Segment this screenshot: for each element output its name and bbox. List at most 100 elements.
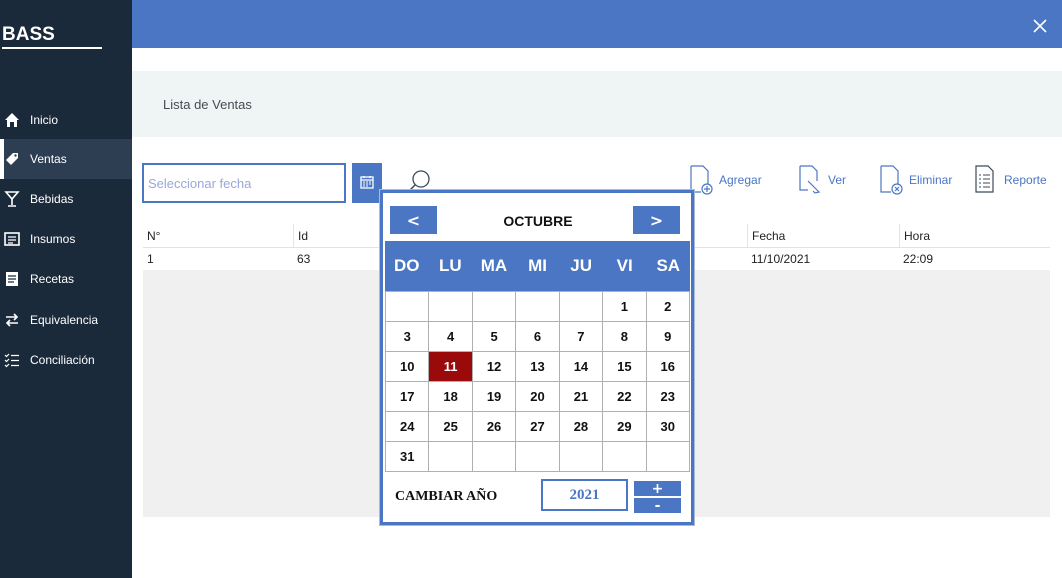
- sidebar-item-equivalencia[interactable]: Equivalencia: [0, 300, 132, 340]
- calendar-day[interactable]: 3: [386, 322, 430, 352]
- sidebar: BASS Inicio Ventas Bebidas Insumos Recet…: [0, 0, 132, 578]
- sidebar-item-ventas[interactable]: Ventas: [0, 139, 132, 179]
- calendar-day[interactable]: 31: [386, 442, 430, 472]
- calendar-day[interactable]: 2: [646, 292, 690, 322]
- add-button-label: Agregar: [719, 173, 762, 187]
- year-increment-button[interactable]: +: [634, 481, 681, 496]
- delete-button[interactable]: Eliminar: [878, 164, 952, 196]
- day-name: DO: [394, 256, 420, 275]
- calendar-day[interactable]: 29: [603, 412, 647, 442]
- report-icon: [973, 164, 1001, 196]
- report-button-label: Reporte: [1004, 173, 1047, 187]
- sidebar-item-label: Conciliación: [30, 353, 95, 367]
- view-button[interactable]: Ver: [797, 164, 846, 196]
- calendar-day[interactable]: 16: [646, 352, 690, 382]
- cell-fecha: 11/10/2021: [751, 252, 811, 266]
- calendar-day[interactable]: 15: [603, 352, 647, 382]
- column-header-n[interactable]: N°: [143, 224, 293, 247]
- top-bar: [132, 0, 1062, 48]
- calendar-day[interactable]: 24: [386, 412, 430, 442]
- delete-document-icon: [878, 164, 906, 196]
- view-button-label: Ver: [828, 173, 847, 187]
- report-button[interactable]: Reporte: [973, 164, 1047, 196]
- calendar-day[interactable]: 26: [472, 412, 517, 442]
- calendar-day[interactable]: 8: [603, 322, 647, 352]
- sidebar-item-insumos[interactable]: Insumos: [0, 219, 132, 259]
- sidebar-item-label: Recetas: [30, 272, 75, 286]
- calendar-day[interactable]: 22: [603, 382, 647, 412]
- calendar-icon: [360, 174, 374, 193]
- calendar-empty-cell: [516, 292, 560, 322]
- calendar-day[interactable]: 5: [472, 322, 517, 352]
- year-decrement-button[interactable]: -: [634, 498, 681, 513]
- date-filter-input[interactable]: [142, 163, 346, 203]
- calendar-day[interactable]: 21: [559, 382, 604, 412]
- calendar-day[interactable]: 19: [472, 382, 517, 412]
- calendar-day[interactable]: 20: [516, 382, 560, 412]
- calendar-empty-cell: [472, 442, 517, 472]
- calendar-empty-cell: [386, 292, 430, 322]
- list-box-icon: [4, 231, 20, 247]
- year-field[interactable]: 2021: [541, 479, 628, 511]
- calendar-empty-cell: [429, 442, 473, 472]
- sidebar-item-bebidas[interactable]: Bebidas: [0, 179, 132, 219]
- sidebar-item-inicio[interactable]: Inicio: [0, 100, 132, 140]
- view-document-icon: [797, 164, 825, 196]
- calendar-day[interactable]: 7: [559, 322, 604, 352]
- next-month-button[interactable]: >: [633, 206, 680, 234]
- close-icon[interactable]: [1032, 18, 1048, 34]
- calendar-day[interactable]: 1: [603, 292, 647, 322]
- calendar-day[interactable]: 10: [386, 352, 430, 382]
- swap-icon: [4, 312, 20, 328]
- cell-n: 1: [147, 252, 154, 266]
- day-name: MA: [480, 256, 508, 275]
- calendar-day[interactable]: 25: [429, 412, 473, 442]
- brand-divider: [2, 47, 102, 49]
- calendar-day[interactable]: 23: [646, 382, 690, 412]
- day-name: VI: [616, 256, 633, 275]
- calendar-day[interactable]: 27: [516, 412, 560, 442]
- calendar-day[interactable]: 9: [646, 322, 690, 352]
- sidebar-item-label: Equivalencia: [30, 313, 99, 327]
- calendar-button[interactable]: [352, 163, 382, 203]
- brand-logo: BASS: [2, 24, 55, 45]
- day-name: LU: [439, 256, 462, 275]
- calendar-day[interactable]: 14: [559, 352, 604, 382]
- calendar-day[interactable]: 18: [429, 382, 473, 412]
- calendar-day[interactable]: 30: [646, 412, 690, 442]
- sidebar-item-recetas[interactable]: Recetas: [0, 259, 132, 299]
- sidebar-item-label: Bebidas: [30, 192, 74, 206]
- calendar-empty-cell: [603, 442, 647, 472]
- calendar-grid: 1 2 3 4 5 6 7 8 9 10 11 12 13 14 15 16 17 18 19 20 21 22 23 24 2…: [385, 291, 690, 472]
- cell-hora: 22:09: [903, 252, 934, 266]
- recipe-icon: [4, 271, 20, 287]
- sidebar-item-conciliacion[interactable]: Conciliación: [0, 340, 132, 380]
- calendar-empty-cell: [559, 292, 604, 322]
- sidebar-item-label: Ventas: [30, 152, 67, 166]
- prev-month-button[interactable]: <: [390, 206, 437, 234]
- day-name: JU: [570, 256, 592, 275]
- calendar-day[interactable]: 13: [516, 352, 560, 382]
- home-icon: [4, 112, 20, 128]
- calendar-day[interactable]: 4: [429, 322, 473, 352]
- sidebar-item-label: Insumos: [30, 232, 76, 246]
- calendar-day[interactable]: 17: [386, 382, 430, 412]
- calendar-day[interactable]: 28: [559, 412, 604, 442]
- sidebar-item-label: Inicio: [30, 113, 59, 127]
- column-header-hora[interactable]: Hora: [899, 224, 1050, 247]
- calendar-day-selected[interactable]: 11: [429, 352, 473, 382]
- calendar-day[interactable]: 6: [516, 322, 560, 352]
- add-button[interactable]: Agregar: [688, 164, 762, 196]
- change-year-label: CAMBIAR AÑO: [395, 489, 498, 504]
- calendar-month: OCTUBRE: [503, 213, 573, 229]
- calendar-day[interactable]: 12: [472, 352, 517, 382]
- calendar-popup: < OCTUBRE > DO LU MA MI JU VI SA 1234567…: [380, 190, 694, 525]
- day-name: SA: [656, 256, 681, 275]
- day-name: MI: [528, 256, 547, 275]
- calendar-empty-cell: [429, 292, 473, 322]
- column-header-fecha[interactable]: Fecha: [747, 224, 899, 247]
- calendar-empty-cell: [559, 442, 604, 472]
- title-bar: Lista de Ventas: [132, 71, 1062, 137]
- app-window: BASS Inicio Ventas Bebidas Insumos Recet…: [0, 0, 1062, 578]
- glass-icon: [4, 191, 20, 207]
